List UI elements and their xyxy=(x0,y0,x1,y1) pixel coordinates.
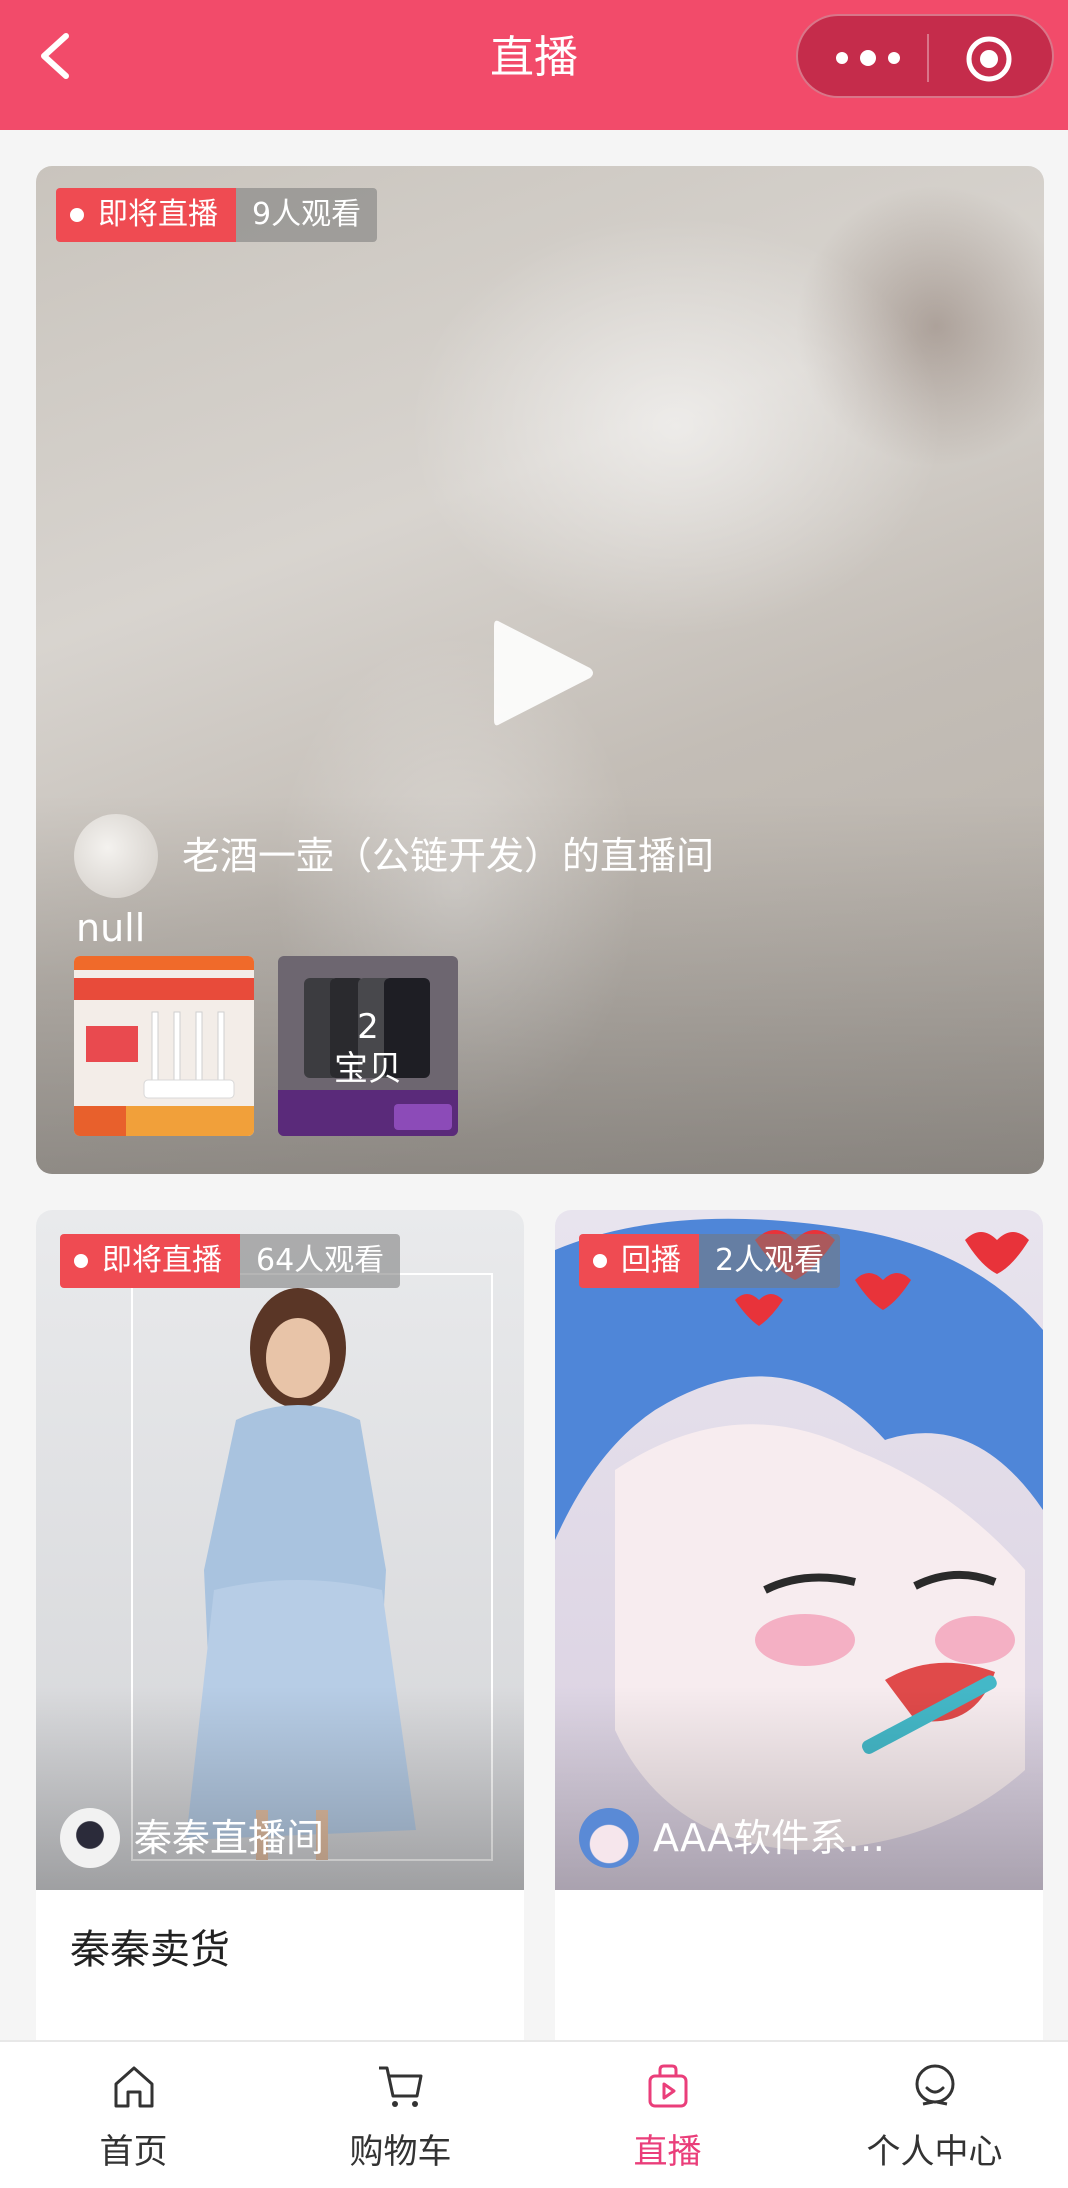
product-count: 2 xyxy=(357,1007,379,1047)
status-dot-icon xyxy=(70,208,84,222)
room-description: null xyxy=(76,906,146,950)
featured-live-card[interactable]: 即将直播 9人观看 老酒一壶（公链开发）的直播间 null 2 宝贝 xyxy=(36,166,1044,1174)
tab-cart[interactable]: 购物车 xyxy=(267,2042,534,2188)
tab-home[interactable]: 首页 xyxy=(0,2042,267,2188)
room-title: 秦秦卖货 xyxy=(70,1927,230,1973)
room-cover xyxy=(36,1210,524,1890)
close-mini-program-icon[interactable] xyxy=(964,34,1014,84)
capsule-divider xyxy=(927,34,929,82)
status-dot-icon xyxy=(593,1254,607,1268)
product-thumbnail-phone[interactable]: 2 宝贝 xyxy=(278,956,458,1136)
live-status-badge: 即将直播 64人观看 xyxy=(60,1234,401,1288)
streamer-avatar[interactable] xyxy=(579,1808,639,1868)
live-room-card[interactable]: 即将直播 64人观看 秦秦直播间 秦秦卖货 xyxy=(36,1210,524,2050)
streamer-avatar[interactable] xyxy=(74,814,158,898)
live-icon xyxy=(648,2064,687,2108)
room-name: AAA软件系… xyxy=(653,1816,886,1860)
live-status-badge: 即将直播 9人观看 xyxy=(56,188,378,242)
bottom-tab-bar: 首页 购物车 直播 个人中心 xyxy=(0,2040,1068,2188)
room-cover xyxy=(555,1210,1043,1890)
viewer-count: 9人观看 xyxy=(236,188,378,242)
mini-program-capsule xyxy=(796,14,1054,98)
streamer-avatar[interactable] xyxy=(60,1808,120,1868)
room-name: 秦秦直播间 xyxy=(134,1816,325,1860)
cart-icon xyxy=(378,2066,422,2107)
viewer-count: 64人观看 xyxy=(240,1234,401,1288)
play-icon[interactable] xyxy=(486,612,598,734)
live-status-badge: 回播 2人观看 xyxy=(579,1234,841,1288)
nav-header: 直播 xyxy=(0,0,1068,130)
product-count-unit: 宝贝 xyxy=(334,1049,402,1089)
tab-live[interactable]: 直播 xyxy=(534,2042,801,2188)
home-icon xyxy=(114,2066,153,2108)
product-thumbnail-router[interactable] xyxy=(74,956,254,1136)
tab-profile[interactable]: 个人中心 xyxy=(801,2042,1068,2188)
live-room-card[interactable]: 回播 2人观看 AAA软件系… xyxy=(555,1210,1043,2050)
room-name: 老酒一壶（公链开发）的直播间 xyxy=(182,834,715,878)
profile-icon xyxy=(915,2064,954,2106)
status-dot-icon xyxy=(74,1254,88,1268)
more-icon[interactable] xyxy=(828,38,908,78)
viewer-count: 2人观看 xyxy=(699,1234,841,1288)
